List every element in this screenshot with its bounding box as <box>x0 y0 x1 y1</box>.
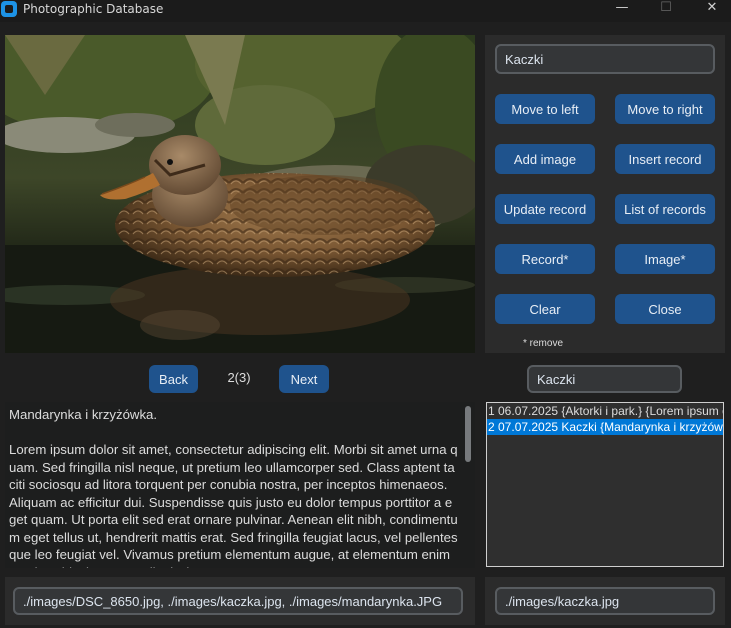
current-image-input[interactable]: ./images/kaczka.jpg <box>495 587 715 615</box>
photo-panel <box>5 35 475 353</box>
move-left-button[interactable]: Move to left <box>495 94 595 124</box>
clear-button[interactable]: Clear <box>495 294 595 324</box>
search-input[interactable]: Kaczki <box>527 365 682 393</box>
insert-record-button[interactable]: Insert record <box>615 144 715 174</box>
current-image-panel: ./images/kaczka.jpg <box>485 577 725 625</box>
control-panel: Kaczki Move to left Move to right Add im… <box>485 35 725 353</box>
list-item[interactable]: 2 07.07.2025 Kaczki {Mandarynka i krzyżó… <box>487 419 723 435</box>
image-paths-input[interactable]: ./images/DSC_8650.jpg, ./images/kaczka.j… <box>13 587 463 615</box>
image-paths-panel: ./images/DSC_8650.jpg, ./images/kaczka.j… <box>5 577 475 625</box>
maximize-button[interactable]: ☐ <box>654 0 678 18</box>
description-textbox[interactable]: Mandarynka i krzyżówka. Lorem ipsum dolo… <box>5 402 475 568</box>
remove-hint: * remove <box>523 338 564 349</box>
list-records-button[interactable]: List of records <box>615 194 715 224</box>
remove-record-button[interactable]: Record* <box>495 244 595 274</box>
record-title-input[interactable]: Kaczki <box>495 44 715 74</box>
description-text[interactable]: Mandarynka i krzyżówka. Lorem ipsum dolo… <box>9 406 459 568</box>
description-scrollbar[interactable] <box>465 406 471 462</box>
list-item[interactable]: 1 06.07.2025 {Aktorki i park.} {Lorem ip… <box>487 403 723 419</box>
duck-photo <box>5 35 475 353</box>
close-button[interactable]: Close <box>615 294 715 324</box>
remove-image-button[interactable]: Image* <box>615 244 715 274</box>
move-right-button[interactable]: Move to right <box>615 94 715 124</box>
minimize-button[interactable]: — <box>610 0 634 18</box>
title-bar: Photographic Database — ☐ ✕ <box>0 0 731 22</box>
next-button[interactable]: Next <box>279 365 329 393</box>
back-button[interactable]: Back <box>149 365 198 393</box>
window-title: Photographic Database <box>23 2 164 16</box>
close-window-button[interactable]: ✕ <box>700 0 724 18</box>
records-listbox[interactable]: 1 06.07.2025 {Aktorki i park.} {Lorem ip… <box>486 402 724 567</box>
app-icon <box>1 1 17 17</box>
page-indicator: 2(3) <box>227 370 251 385</box>
add-image-button[interactable]: Add image <box>495 144 595 174</box>
update-record-button[interactable]: Update record <box>495 194 595 224</box>
